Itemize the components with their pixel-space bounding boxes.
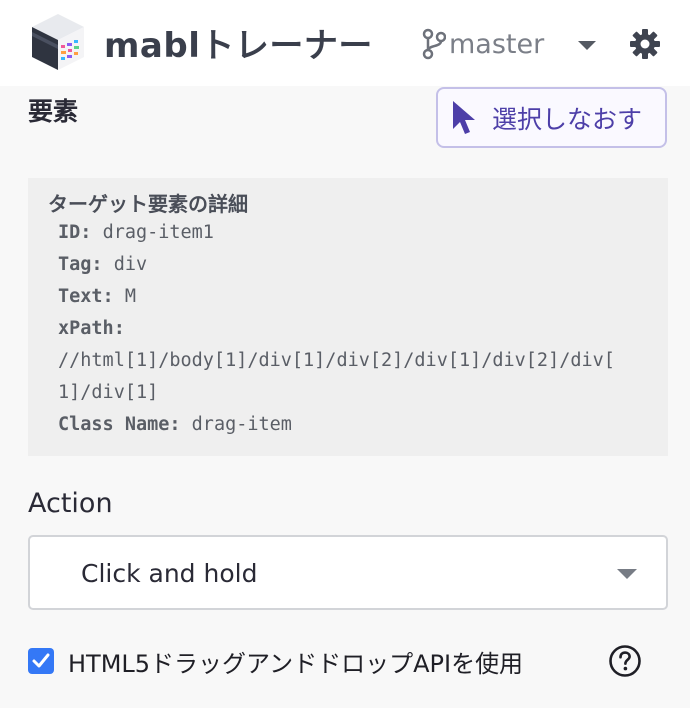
detail-xpath-value-line2: 1]/div[1] bbox=[58, 382, 159, 403]
detail-id: ID: drag-item1 bbox=[58, 222, 214, 243]
branch-name: master bbox=[449, 28, 545, 60]
app-title: mablトレーナー bbox=[104, 26, 373, 66]
detail-tag: Tag: div bbox=[58, 254, 147, 275]
chevron-down-icon bbox=[617, 569, 637, 579]
detail-xpath-value-line1: //html[1]/body[1]/div[1]/div[2]/div[1]/d… bbox=[58, 350, 615, 371]
action-selected-value: Click and hold bbox=[81, 559, 258, 588]
detail-id-label: ID: bbox=[58, 222, 92, 243]
target-details-panel: ターゲット要素の詳細 ID: drag-item1 Tag: div Text:… bbox=[28, 178, 668, 456]
detail-text-label: Text: bbox=[58, 286, 114, 307]
action-select[interactable]: Click and hold bbox=[28, 535, 668, 610]
cursor-pointer-icon bbox=[453, 100, 475, 134]
target-details-heading: ターゲット要素の詳細 bbox=[48, 192, 248, 216]
reselect-button[interactable]: 選択しなおす bbox=[436, 87, 667, 148]
chevron-down-icon[interactable] bbox=[578, 41, 596, 50]
detail-tag-value: div bbox=[113, 254, 148, 275]
gear-icon[interactable] bbox=[629, 28, 661, 60]
mabl-logo-icon bbox=[32, 14, 84, 70]
git-branch-icon bbox=[422, 28, 446, 60]
detail-tag-label: Tag: bbox=[58, 254, 103, 275]
detail-class-label: Class Name: bbox=[58, 414, 181, 435]
branch-selector[interactable]: master bbox=[422, 26, 544, 62]
detail-class: Class Name: drag-item bbox=[58, 414, 292, 435]
help-icon[interactable] bbox=[608, 644, 642, 678]
action-label: Action bbox=[28, 488, 113, 519]
checkmark-icon bbox=[32, 653, 50, 668]
detail-text-value: M bbox=[124, 286, 136, 307]
header: mablトレーナー master bbox=[0, 0, 690, 86]
detail-text: Text: M bbox=[58, 286, 136, 307]
detail-class-value: drag-item bbox=[191, 414, 292, 435]
reselect-label: 選択しなおす bbox=[492, 104, 643, 134]
element-section-title: 要素 bbox=[28, 97, 79, 126]
detail-id-value: drag-item1 bbox=[102, 222, 214, 243]
html5-dnd-checkbox[interactable] bbox=[28, 648, 54, 674]
detail-xpath: xPath: bbox=[58, 318, 125, 339]
detail-xpath-label: xPath: bbox=[58, 318, 125, 339]
html5-dnd-label[interactable]: HTML5ドラッグアンドドロップAPIを使用 bbox=[68, 644, 523, 679]
